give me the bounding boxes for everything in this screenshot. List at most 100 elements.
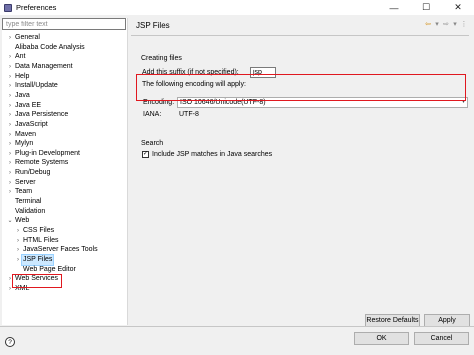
maximize-button[interactable]: ☐ (410, 0, 442, 15)
chevron-right-icon[interactable]: › (6, 168, 14, 178)
window-controls: — ☐ ✕ (378, 0, 474, 15)
footer-divider (0, 326, 474, 327)
chevron-right-icon[interactable]: › (6, 274, 14, 284)
window-title: Preferences (16, 3, 57, 12)
suffix-input[interactable] (250, 67, 276, 78)
encoding-select[interactable]: ISO 10646/Unicode(UTF-8) ▾ (177, 97, 468, 108)
tree-item-java[interactable]: › Java (6, 91, 30, 101)
back-dropdown-icon[interactable]: ▾ (433, 20, 441, 28)
tree-item-label: Java Persistence (15, 111, 69, 119)
tree-item-java-persistence[interactable]: › Java Persistence (6, 110, 68, 120)
help-icon[interactable]: ? (5, 337, 15, 347)
close-button[interactable]: ✕ (442, 0, 474, 15)
tree-item-label: Remote Systems (15, 159, 69, 167)
tree-item-javascript[interactable]: › JavaScript (6, 120, 48, 130)
tree-item-label: Ant (15, 53, 26, 61)
tree-item-run-debug[interactable]: › Run/Debug (6, 168, 50, 178)
encoding-label: Encoding: (143, 99, 175, 106)
tree-item-ant[interactable]: › Ant (6, 52, 26, 62)
chevron-right-icon[interactable]: › (6, 120, 14, 130)
tree-item-web-page-editor[interactable]: Web Page Editor (14, 265, 76, 275)
tree-item-label: JavaScript (15, 120, 48, 128)
forward-arrow-icon[interactable]: ⇨ (442, 20, 450, 28)
title-bar: Preferences — ☐ ✕ (0, 0, 474, 15)
tree-item-label: XML (15, 284, 30, 292)
chevron-right-icon[interactable]: › (6, 284, 14, 294)
tree-item-server[interactable]: › Server (6, 178, 36, 188)
tree-item-label: Web Page Editor (23, 265, 76, 273)
chevron-right-icon[interactable]: › (6, 91, 14, 101)
page-nav-icons: ⇦ ▾ ⇨ ▾ ⋮ (424, 20, 468, 28)
chevron-down-icon: ▾ (461, 99, 465, 105)
tree-item-jsp-files[interactable]: › JSP Files (14, 253, 55, 266)
chevron-right-icon[interactable]: › (14, 245, 22, 255)
dialog-client-area: ›GeneralAlibaba Code Analysis›Ant›Data M… (0, 15, 474, 355)
tree-item-help[interactable]: › Help (6, 72, 29, 82)
tree-item-label: Server (15, 178, 36, 186)
tree-item-html-files[interactable]: › HTML Files (14, 236, 59, 246)
eclipse-app-icon (4, 3, 12, 12)
tree-item-remote-systems[interactable]: › Remote Systems (6, 158, 68, 168)
ok-button[interactable]: OK (354, 332, 409, 345)
chevron-right-icon[interactable]: › (6, 139, 14, 149)
tree-item-label: HTML Files (23, 236, 59, 244)
tree-item-plug-in-development[interactable]: › Plug-in Development (6, 149, 80, 159)
chevron-right-icon[interactable]: › (6, 178, 14, 188)
cancel-button[interactable]: Cancel (414, 332, 469, 345)
tree-item-label: Java EE (15, 101, 42, 109)
tree-item-data-management[interactable]: › Data Management (6, 62, 73, 72)
tree-item-label: Java (15, 91, 30, 99)
tree-item-xml[interactable]: › XML (6, 284, 29, 294)
minimize-button[interactable]: — (378, 0, 410, 15)
chevron-right-icon[interactable]: › (6, 52, 14, 62)
tree-item-label: Team (15, 188, 33, 196)
chevron-right-icon[interactable]: › (6, 110, 14, 120)
tree-item-alibaba-code-analysis[interactable]: Alibaba Code Analysis (6, 43, 85, 53)
tree-item-terminal[interactable]: Terminal (6, 197, 41, 207)
chevron-right-icon[interactable]: › (14, 236, 22, 246)
include-jsp-checkbox[interactable]: ✓ (142, 151, 149, 158)
chevron-right-icon[interactable]: › (14, 255, 22, 265)
page-title: JSP Files (136, 20, 170, 30)
chevron-right-icon[interactable]: › (6, 101, 14, 111)
tree-item-maven[interactable]: › Maven (6, 130, 36, 140)
header-divider (131, 35, 469, 36)
tree-item-label: Data Management (15, 62, 73, 70)
tree-item-mylyn[interactable]: › Mylyn (6, 139, 33, 149)
chevron-right-icon[interactable]: › (6, 130, 14, 140)
tree-item-java-ee[interactable]: › Java EE (6, 101, 41, 111)
tree-item-validation[interactable]: Validation (6, 207, 45, 217)
chevron-right-icon[interactable]: › (6, 62, 14, 72)
tree-item-general[interactable]: › General (6, 33, 40, 43)
tree-item-label: JavaServer Faces Tools (23, 246, 98, 254)
tree-item-label: Web Services (15, 275, 59, 283)
chevron-right-icon[interactable]: › (6, 149, 14, 159)
chevron-right-icon[interactable]: › (6, 158, 14, 168)
filter-input[interactable] (2, 18, 126, 30)
tree-item-label: CSS Files (23, 227, 55, 234)
tree-item-team[interactable]: › Team (6, 187, 32, 197)
preferences-tree-pane: ›GeneralAlibaba Code Analysis›Ant›Data M… (2, 18, 128, 325)
tree-item-label: Mylyn (15, 140, 34, 148)
view-menu-icon[interactable]: ⋮ (460, 20, 468, 28)
tree-item-install-update[interactable]: › Install/Update (6, 81, 58, 91)
tree-item-label: General (15, 34, 40, 41)
tree-item-label: Install/Update (15, 82, 58, 90)
chevron-right-icon[interactable]: › (6, 187, 14, 197)
tree-item-web-services[interactable]: › Web Services (6, 274, 58, 284)
chevron-right-icon[interactable]: › (6, 33, 14, 43)
tree-item-label: Run/Debug (15, 169, 51, 177)
chevron-right-icon[interactable]: › (14, 226, 22, 236)
tree-item-css-files[interactable]: › CSS Files (14, 226, 54, 236)
tree-item-label: Terminal (15, 198, 42, 206)
tree-item-label: Maven (15, 130, 37, 138)
iana-label: IANA: (143, 111, 162, 118)
chevron-down-icon[interactable]: ⌄ (6, 216, 14, 226)
chevron-right-icon[interactable]: › (6, 81, 14, 91)
back-arrow-icon[interactable]: ⇦ (424, 20, 432, 28)
forward-dropdown-icon[interactable]: ▾ (451, 20, 459, 28)
tree-item-javaserver-faces-tools[interactable]: › JavaServer Faces Tools (14, 245, 98, 255)
iana-value: UTF-8 (179, 111, 199, 118)
tree-item-web[interactable]: ⌄ Web (6, 216, 29, 226)
chevron-right-icon[interactable]: › (6, 72, 14, 82)
